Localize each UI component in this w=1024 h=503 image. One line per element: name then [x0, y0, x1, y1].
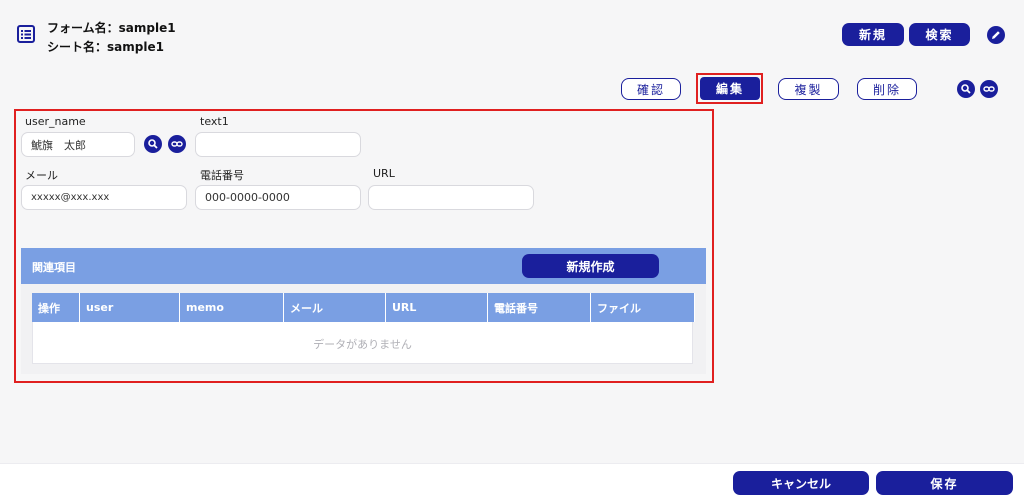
column-header[interactable]: 操作	[32, 293, 80, 322]
related-title: 関連項目	[32, 261, 76, 274]
cancel-button[interactable]: キャンセル	[733, 471, 869, 495]
url-field[interactable]	[368, 185, 534, 210]
user-name-field[interactable]: 鯱旗 太郎	[21, 132, 135, 157]
table-header: 操作 user memo メール URL 電話番号 ファイル	[32, 293, 695, 322]
search-button[interactable]: 検索	[909, 23, 970, 46]
footer-bar	[0, 463, 1024, 503]
text1-field[interactable]	[195, 132, 361, 157]
search-icon[interactable]	[957, 80, 975, 98]
confirm-button[interactable]: 確認	[621, 78, 681, 100]
column-header[interactable]: メール	[284, 293, 386, 322]
duplicate-button[interactable]: 複製	[778, 78, 839, 100]
link-icon[interactable]	[980, 80, 998, 98]
phone-label: 電話番号	[200, 169, 244, 182]
sheet-name-title: シート名：sample1	[47, 40, 164, 54]
form-name-title: フォーム名：sample1	[47, 21, 176, 35]
list-icon	[17, 25, 35, 43]
mail-field[interactable]: xxxxx@xxx.xxx	[21, 185, 187, 210]
new-button[interactable]: 新規	[842, 23, 904, 46]
empty-message: データがありません	[313, 338, 412, 351]
text1-label: text1	[200, 115, 229, 128]
delete-button[interactable]: 削除	[857, 78, 917, 100]
save-button[interactable]: 保存	[876, 471, 1013, 495]
column-header[interactable]: 電話番号	[488, 293, 591, 322]
column-header[interactable]: user	[80, 293, 180, 322]
phone-field[interactable]: 000-0000-0000	[195, 185, 361, 210]
url-label: URL	[373, 167, 395, 180]
column-header[interactable]: URL	[386, 293, 488, 322]
pencil-icon[interactable]	[987, 26, 1005, 44]
edit-button[interactable]: 編集	[700, 77, 760, 100]
new-create-button[interactable]: 新規作成	[522, 254, 659, 278]
user-search-icon[interactable]	[144, 135, 162, 153]
column-header[interactable]: ファイル	[591, 293, 695, 322]
user-name-label: user_name	[25, 115, 86, 128]
user-link-icon[interactable]	[168, 135, 186, 153]
mail-label: メール	[25, 169, 58, 182]
column-header[interactable]: memo	[180, 293, 284, 322]
